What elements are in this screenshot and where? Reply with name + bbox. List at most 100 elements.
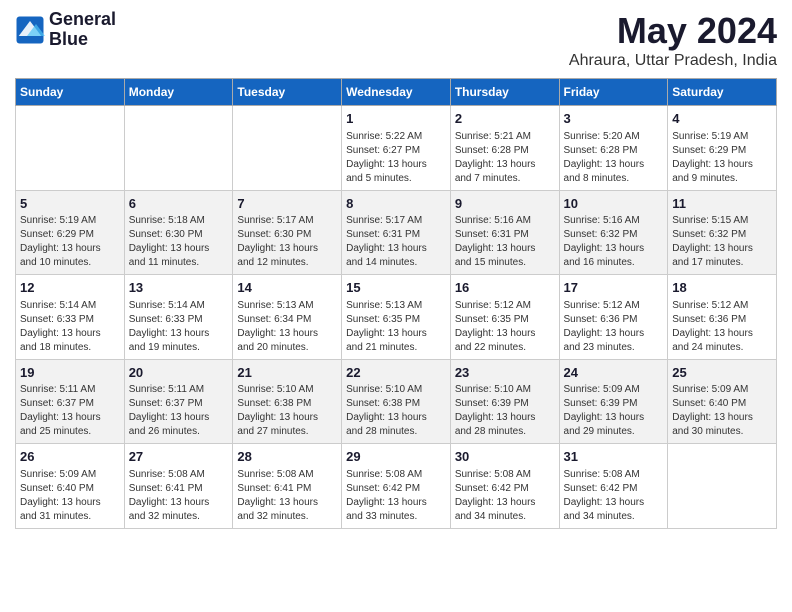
day-info: Sunrise: 5:22 AM Sunset: 6:27 PM Dayligh… (346, 130, 446, 186)
day-number: 4 (672, 110, 772, 128)
day-number: 27 (129, 448, 229, 466)
day-number: 10 (564, 195, 664, 213)
day-info: Sunrise: 5:10 AM Sunset: 6:38 PM Dayligh… (237, 383, 337, 439)
weekday-header-thursday: Thursday (450, 79, 559, 106)
calendar-cell (16, 106, 125, 191)
day-info: Sunrise: 5:17 AM Sunset: 6:31 PM Dayligh… (346, 214, 446, 270)
day-info: Sunrise: 5:16 AM Sunset: 6:32 PM Dayligh… (564, 214, 664, 270)
calendar-cell: 25Sunrise: 5:09 AM Sunset: 6:40 PM Dayli… (668, 359, 777, 444)
day-number: 25 (672, 364, 772, 382)
day-number: 17 (564, 279, 664, 297)
day-info: Sunrise: 5:13 AM Sunset: 6:35 PM Dayligh… (346, 299, 446, 355)
day-number: 13 (129, 279, 229, 297)
day-info: Sunrise: 5:14 AM Sunset: 6:33 PM Dayligh… (129, 299, 229, 355)
logo: General Blue (15, 10, 116, 50)
calendar-cell: 16Sunrise: 5:12 AM Sunset: 6:35 PM Dayli… (450, 275, 559, 360)
calendar-cell: 26 Sunrise: 5:09 AM Sunset: 6:40 PM Dayli… (16, 444, 125, 529)
day-number: 23 (455, 364, 555, 382)
day-number: 16 (455, 279, 555, 297)
calendar-cell: 24Sunrise: 5:09 AM Sunset: 6:39 PM Dayli… (559, 359, 668, 444)
day-number: 8 (346, 195, 446, 213)
calendar-cell: 19Sunrise: 5:11 AM Sunset: 6:37 PM Dayli… (16, 359, 125, 444)
calendar-cell: 29 Sunrise: 5:08 AM Sunset: 6:42 PM Dayli… (342, 444, 451, 529)
weekday-header-wednesday: Wednesday (342, 79, 451, 106)
day-info: Sunrise: 5:20 AM Sunset: 6:28 PM Dayligh… (564, 130, 664, 186)
calendar-cell: 27Sunrise: 5:08 AM Sunset: 6:41 PM Dayli… (124, 444, 233, 529)
day-number: 30 (455, 448, 555, 466)
week-row-2: 5Sunrise: 5:19 AM Sunset: 6:29 PM Daylig… (16, 190, 777, 275)
day-info: Sunrise: 5:15 AM Sunset: 6:32 PM Dayligh… (672, 214, 772, 270)
calendar-cell: 8Sunrise: 5:17 AM Sunset: 6:31 PM Daylig… (342, 190, 451, 275)
calendar-cell: 14 Sunrise: 5:13 AM Sunset: 6:34 PM Dayli… (233, 275, 342, 360)
calendar-cell: 6Sunrise: 5:18 AM Sunset: 6:30 PM Daylig… (124, 190, 233, 275)
calendar-cell: 12 Sunrise: 5:14 AM Sunset: 6:33 PM Dayli… (16, 275, 125, 360)
week-row-4: 19Sunrise: 5:11 AM Sunset: 6:37 PM Dayli… (16, 359, 777, 444)
calendar-cell: 15 Sunrise: 5:13 AM Sunset: 6:35 PM Dayli… (342, 275, 451, 360)
weekday-header-row: SundayMondayTuesdayWednesdayThursdayFrid… (16, 79, 777, 106)
week-row-3: 12 Sunrise: 5:14 AM Sunset: 6:33 PM Dayli… (16, 275, 777, 360)
day-number: 29 (346, 448, 446, 466)
calendar-cell: 31Sunrise: 5:08 AM Sunset: 6:42 PM Dayli… (559, 444, 668, 529)
week-row-1: 1 Sunrise: 5:22 AM Sunset: 6:27 PM Daylig… (16, 106, 777, 191)
day-info: Sunrise: 5:11 AM Sunset: 6:37 PM Dayligh… (129, 383, 229, 439)
week-row-5: 26 Sunrise: 5:09 AM Sunset: 6:40 PM Dayli… (16, 444, 777, 529)
calendar-cell: 30 Sunrise: 5:08 AM Sunset: 6:42 PM Dayli… (450, 444, 559, 529)
day-info: Sunrise: 5:14 AM Sunset: 6:33 PM Dayligh… (20, 299, 120, 355)
weekday-header-monday: Monday (124, 79, 233, 106)
day-number: 14 (237, 279, 337, 297)
day-info: Sunrise: 5:12 AM Sunset: 6:36 PM Dayligh… (672, 299, 772, 355)
day-number: 2 (455, 110, 555, 128)
calendar-cell: 22Sunrise: 5:10 AM Sunset: 6:38 PM Dayli… (342, 359, 451, 444)
day-number: 1 (346, 110, 446, 128)
day-number: 31 (564, 448, 664, 466)
day-number: 18 (672, 279, 772, 297)
day-number: 15 (346, 279, 446, 297)
day-info: Sunrise: 5:08 AM Sunset: 6:41 PM Dayligh… (237, 468, 337, 524)
header: General Blue May 2024 Ahraura, Uttar Pra… (15, 10, 777, 70)
day-info: Sunrise: 5:09 AM Sunset: 6:40 PM Dayligh… (20, 468, 120, 524)
day-info: Sunrise: 5:19 AM Sunset: 6:29 PM Dayligh… (672, 130, 772, 186)
day-number: 7 (237, 195, 337, 213)
calendar-cell: 28 Sunrise: 5:08 AM Sunset: 6:41 PM Dayli… (233, 444, 342, 529)
day-number: 20 (129, 364, 229, 382)
calendar-cell: 21Sunrise: 5:10 AM Sunset: 6:38 PM Dayli… (233, 359, 342, 444)
day-info: Sunrise: 5:19 AM Sunset: 6:29 PM Dayligh… (20, 214, 120, 270)
day-number: 12 (20, 279, 120, 297)
day-info: Sunrise: 5:09 AM Sunset: 6:39 PM Dayligh… (564, 383, 664, 439)
calendar-cell: 10Sunrise: 5:16 AM Sunset: 6:32 PM Dayli… (559, 190, 668, 275)
calendar-cell: 2 Sunrise: 5:21 AM Sunset: 6:28 PM Daylig… (450, 106, 559, 191)
day-number: 3 (564, 110, 664, 128)
day-info: Sunrise: 5:10 AM Sunset: 6:38 PM Dayligh… (346, 383, 446, 439)
day-info: Sunrise: 5:16 AM Sunset: 6:31 PM Dayligh… (455, 214, 555, 270)
day-info: Sunrise: 5:18 AM Sunset: 6:30 PM Dayligh… (129, 214, 229, 270)
calendar-cell: 1 Sunrise: 5:22 AM Sunset: 6:27 PM Daylig… (342, 106, 451, 191)
day-number: 26 (20, 448, 120, 466)
day-number: 9 (455, 195, 555, 213)
main-title: May 2024 (569, 10, 777, 52)
day-info: Sunrise: 5:08 AM Sunset: 6:42 PM Dayligh… (346, 468, 446, 524)
day-info: Sunrise: 5:11 AM Sunset: 6:37 PM Dayligh… (20, 383, 120, 439)
logo-icon (15, 15, 45, 45)
day-info: Sunrise: 5:09 AM Sunset: 6:40 PM Dayligh… (672, 383, 772, 439)
day-info: Sunrise: 5:10 AM Sunset: 6:39 PM Dayligh… (455, 383, 555, 439)
day-info: Sunrise: 5:12 AM Sunset: 6:36 PM Dayligh… (564, 299, 664, 355)
weekday-header-sunday: Sunday (16, 79, 125, 106)
day-info: Sunrise: 5:13 AM Sunset: 6:34 PM Dayligh… (237, 299, 337, 355)
calendar-cell: 5Sunrise: 5:19 AM Sunset: 6:29 PM Daylig… (16, 190, 125, 275)
day-number: 6 (129, 195, 229, 213)
day-info: Sunrise: 5:21 AM Sunset: 6:28 PM Dayligh… (455, 130, 555, 186)
calendar-cell: 3 Sunrise: 5:20 AM Sunset: 6:28 PM Daylig… (559, 106, 668, 191)
day-info: Sunrise: 5:17 AM Sunset: 6:30 PM Dayligh… (237, 214, 337, 270)
weekday-header-saturday: Saturday (668, 79, 777, 106)
calendar-cell (668, 444, 777, 529)
day-info: Sunrise: 5:08 AM Sunset: 6:42 PM Dayligh… (455, 468, 555, 524)
day-number: 28 (237, 448, 337, 466)
calendar-cell: 18 Sunrise: 5:12 AM Sunset: 6:36 PM Dayli… (668, 275, 777, 360)
calendar-cell: 11Sunrise: 5:15 AM Sunset: 6:32 PM Dayli… (668, 190, 777, 275)
subtitle: Ahraura, Uttar Pradesh, India (569, 52, 777, 70)
day-number: 22 (346, 364, 446, 382)
calendar-cell (124, 106, 233, 191)
title-section: May 2024 Ahraura, Uttar Pradesh, India (569, 10, 777, 70)
calendar-table: SundayMondayTuesdayWednesdayThursdayFrid… (15, 78, 777, 529)
day-number: 24 (564, 364, 664, 382)
